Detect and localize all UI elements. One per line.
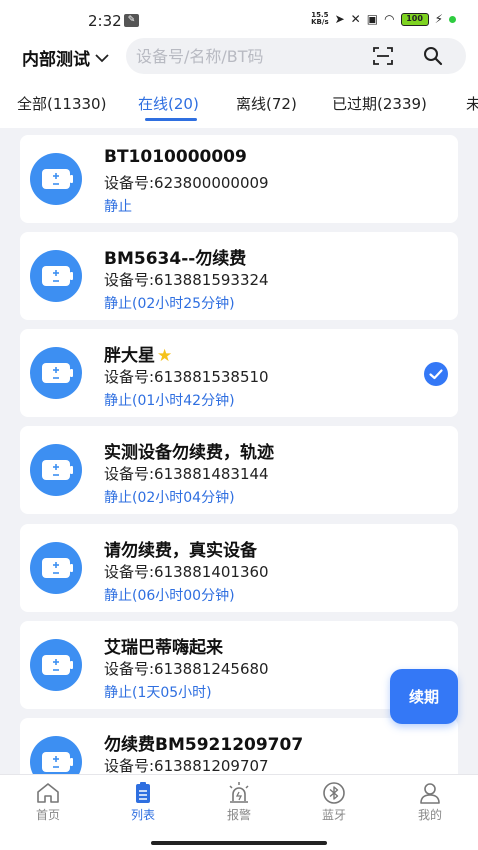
status-icons: 15.5 KB/s ➤ ✕ ▣ ◠ 100 ⚡ [311, 12, 456, 26]
device-id: 设备号:613881245680 [104, 660, 269, 678]
tab-offline[interactable]: 离线(72) [236, 93, 297, 114]
status-bar: 2:32 ✎ 15.5 KB/s ➤ ✕ ▣ ◠ 100 ⚡ [0, 0, 478, 40]
device-id: 设备号:613881593324 [104, 271, 269, 289]
app-notification-icon: ✎ [124, 14, 139, 27]
device-name: BM5634--勿续费 [104, 249, 247, 269]
nav-label: 蓝牙 [321, 808, 346, 822]
net-speed: 15.5 KB/s [311, 11, 329, 26]
status-time: 2:32 [88, 12, 122, 30]
device-id: 设备号:613881483144 [104, 465, 269, 483]
search-box [126, 38, 466, 74]
device-card[interactable]: 请勿续费，真实设备 设备号:613881401360 静止(06小时00分钟) [20, 524, 458, 612]
search-input[interactable] [136, 38, 366, 74]
device-status: 静止(02小时25分钟) [104, 296, 235, 312]
battery-device-icon [30, 153, 82, 205]
tab-online[interactable]: 在线(20) [138, 93, 199, 114]
nav-label: 我的 [417, 808, 442, 822]
device-name-row: 胖大星 ★ [104, 341, 172, 366]
bottom-nav: 首页 列表 报警 蓝牙 我的 [0, 774, 478, 850]
tab-expired[interactable]: 已过期(2339) [332, 93, 427, 114]
nav-bluetooth[interactable]: 蓝牙 [304, 781, 364, 823]
device-status: 静止(1天05小时) [104, 685, 212, 701]
device-id: 设备号:613881401360 [104, 563, 269, 581]
device-card[interactable]: BM5634--勿续费 设备号:613881593324 静止(02小时25分钟… [20, 232, 458, 320]
mute-icon: ✕ [350, 12, 361, 26]
group-selector[interactable]: 内部测试 [22, 45, 109, 70]
battery-icon: 100 [400, 12, 429, 26]
device-card[interactable]: BT1010000009 设备号:623800000009 静止 [20, 135, 458, 223]
bluetooth-icon [323, 782, 345, 804]
alarm-icon [229, 782, 249, 803]
device-card[interactable]: 胖大星 ★ 设备号:613881538510 静止(01小时42分钟) [20, 329, 458, 417]
charging-icon: ⚡ [434, 12, 443, 26]
battery-device-icon [30, 736, 82, 774]
device-status: 静止(01小时42分钟) [104, 393, 235, 409]
tab-all[interactable]: 全部(11330) [17, 93, 106, 114]
battery-device-icon [30, 444, 82, 496]
battery-device-icon [30, 639, 82, 691]
device-id: 设备号:623800000009 [104, 174, 269, 192]
list-icon [136, 782, 150, 803]
sim-icon: ▣ [366, 12, 379, 26]
device-name: 实测设备勿续费，轨迹 [104, 443, 274, 463]
device-name: 勿续费BM5921209707 [104, 735, 304, 755]
device-status: 静止 [104, 199, 132, 215]
active-tab-indicator [145, 118, 197, 121]
wifi-icon: ◠ [384, 12, 395, 26]
nav-label: 报警 [226, 808, 251, 822]
nav-home[interactable]: 首页 [18, 781, 78, 823]
filter-tabs: 全部(11330) 在线(20) 离线(72) 已过期(2339) 未 [0, 76, 478, 128]
group-label: 内部测试 [22, 50, 90, 70]
battery-device-icon [30, 250, 82, 302]
device-card[interactable]: 勿续费BM5921209707 设备号:613881209707 [20, 718, 458, 774]
device-status: 静止(06小时00分钟) [104, 588, 235, 604]
chevron-down-icon [95, 53, 109, 62]
search-icon[interactable] [422, 45, 444, 67]
battery-device-icon [30, 347, 82, 399]
device-id: 设备号:613881209707 [104, 757, 269, 774]
nav-alarm[interactable]: 报警 [209, 781, 269, 823]
battery-device-icon [30, 542, 82, 594]
tab-more[interactable]: 未 [466, 93, 478, 114]
nav-profile[interactable]: 我的 [400, 781, 460, 823]
device-status: 静止(02小时04分钟) [104, 490, 235, 506]
device-name: 艾瑞巴蒂嗨起来 [104, 638, 223, 658]
nav-label: 列表 [130, 808, 155, 822]
privacy-dot-icon [449, 15, 456, 23]
nav-list[interactable]: 列表 [113, 781, 173, 823]
home-icon [37, 783, 59, 803]
scan-icon[interactable] [372, 46, 394, 66]
star-icon: ★ [157, 346, 173, 366]
device-id: 设备号:613881538510 [104, 368, 269, 386]
home-indicator[interactable] [151, 841, 327, 845]
check-circle-icon[interactable] [424, 362, 448, 386]
nav-label: 首页 [35, 808, 60, 822]
header: 内部测试 [0, 36, 478, 76]
device-name: 请勿续费，真实设备 [104, 541, 257, 561]
location-icon: ➤ [334, 12, 345, 26]
renew-button[interactable]: 续期 [390, 669, 458, 724]
device-name: BT1010000009 [104, 147, 247, 167]
device-name: 胖大星 [104, 346, 155, 366]
device-card[interactable]: 实测设备勿续费，轨迹 设备号:613881483144 静止(02小时04分钟) [20, 426, 458, 514]
profile-icon [420, 783, 440, 804]
